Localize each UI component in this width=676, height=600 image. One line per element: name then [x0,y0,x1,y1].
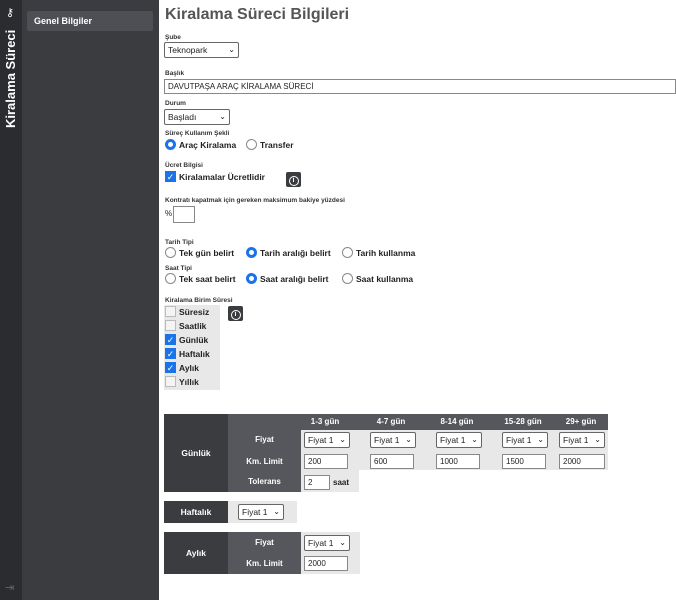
radio-saat-kullanma[interactable] [342,273,353,284]
checkbox-suresiz[interactable] [165,306,176,317]
info-icon[interactable]: i [286,172,301,187]
ucretli-checkbox-label: Kiralamalar Ücretlidir [179,172,265,182]
checkbox-yillik[interactable] [165,376,176,387]
chevron-down-icon: ⌄ [471,435,478,444]
km-row-label: Km. Limit [246,457,283,466]
chevron-down-icon: ⌄ [219,112,226,121]
fiyat-select[interactable]: Fiyat 1 ⌄ [370,432,416,448]
chevron-down-icon: ⌄ [405,435,412,444]
checkbox-saatlik-label: Saatlik [179,321,207,331]
tolerans-row-label: Tolerans [248,477,281,486]
col-header: 4-7 gün [359,416,423,428]
tolerans-input[interactable]: 2 [304,475,330,490]
aylik-fiyat-label: Fiyat [255,538,274,547]
radio-tek-gun[interactable] [165,247,176,258]
tolerans-unit: saat [333,478,350,487]
rail-title: Kiralama Süreci [3,29,18,128]
km-input[interactable]: 600 [370,454,414,469]
aylik-km-label: Km. Limit [246,559,283,568]
checkbox-aylik[interactable]: ✓ [165,362,176,373]
logout-icon[interactable]: ⇥ [5,581,14,594]
chevron-down-icon: ⌄ [339,538,346,547]
checkbox-suresiz-label: Süresiz [179,307,210,317]
radio-tarih-kullanma[interactable] [342,247,353,258]
main-content: Kiralama Süreci Bilgileri Şube Teknopark… [159,0,676,600]
app-rail: ⚷ Kiralama Süreci ⇥ [0,0,22,600]
radio-tek-saat-label: Tek saat belirt [179,274,236,284]
radio-transfer[interactable] [246,139,257,150]
km-input[interactable]: 1000 [436,454,480,469]
km-input[interactable]: 200 [304,454,348,469]
fiyat-row-label: Fiyat [255,435,274,444]
checkbox-gunluk[interactable]: ✓ [165,334,176,345]
radio-tek-saat[interactable] [165,273,176,284]
fiyat-select[interactable]: Fiyat 1 ⌄ [559,432,605,448]
page-title: Kiralama Süreci Bilgileri [165,6,350,23]
sidebar-item-genel-bilgiler[interactable]: Genel Bilgiler [27,11,153,31]
baslik-label: Başlık [165,70,185,77]
radio-tarih-araligi[interactable] [246,247,257,258]
radio-transfer-label: Transfer [260,140,294,150]
radio-tarih-kullanma-label: Tarih kullanma [356,248,416,258]
ucret-label: Ücret Bilgisi [165,162,203,169]
checkbox-aylik-label: Aylık [179,363,200,373]
durum-select[interactable]: Başladı ⌄ [164,109,230,125]
gunluk-title: Günlük [164,414,228,492]
checkbox-saatlik[interactable] [165,320,176,331]
checkbox-gunluk-label: Günlük [179,335,209,345]
km-input[interactable]: 2000 [559,454,605,469]
baslik-input[interactable]: DAVUTPAŞA ARAÇ KİRALAMA SÜRECİ [164,79,676,94]
radio-arac-kiralama-label: Araç Kiralama [179,140,237,150]
col-header: 8-14 gün [425,416,489,428]
ucretli-checkbox[interactable]: ✓ [165,171,176,182]
chevron-down-icon: ⌄ [537,435,544,444]
radio-tarih-araligi-label: Tarih aralığı belirt [260,248,331,258]
bakiye-input[interactable] [173,206,195,223]
radio-saat-araligi-label: Saat aralığı belirt [260,274,329,284]
birim-label: Kiralama Birim Süresi [165,297,233,304]
checkbox-haftalik[interactable]: ✓ [165,348,176,359]
km-input[interactable]: 1500 [502,454,546,469]
aylik-title: Aylık [164,532,228,574]
kullanim-label: Süreç Kullanım Şekli [165,130,230,137]
radio-saat-kullanma-label: Saat kullanma [356,274,414,284]
radio-saat-araligi[interactable] [246,273,257,284]
sube-label: Şube [165,34,181,41]
radio-tek-gun-label: Tek gün belirt [179,248,235,258]
haftalik-title: Haftalık [164,501,228,523]
fiyat-select[interactable]: Fiyat 1 ⌄ [502,432,548,448]
checkbox-haftalik-label: Haftalık [179,349,210,359]
chevron-down-icon: ⌄ [273,507,280,516]
saat-label: Saat Tipi [165,265,192,272]
info-icon[interactable]: i [228,306,243,321]
sidebar: Genel Bilgiler [22,0,159,600]
bakiye-label: Kontratı kapatmak için gereken maksimum … [165,197,345,204]
fiyat-select[interactable]: Fiyat 1 ⌄ [436,432,482,448]
radio-arac-kiralama[interactable] [165,139,176,150]
fiyat-select[interactable]: Fiyat 1 ⌄ [304,432,350,448]
chevron-down-icon: ⌄ [228,45,235,54]
col-header: 29+ gün [555,416,607,428]
percent-prefix: % [165,209,173,218]
chevron-down-icon: ⌄ [594,435,601,444]
durum-label: Durum [165,100,186,107]
haftalik-fiyat-select[interactable]: Fiyat 1 ⌄ [238,504,284,520]
chevron-down-icon: ⌄ [339,435,346,444]
aylik-km-input[interactable]: 2000 [304,556,348,571]
sube-select[interactable]: Teknopark ⌄ [164,42,239,58]
checkbox-yillik-label: Yıllık [179,377,199,387]
aylik-fiyat-select[interactable]: Fiyat 1 ⌄ [304,535,350,551]
tarih-label: Tarih Tipi [165,239,194,246]
col-header: 1-3 gün [293,416,357,428]
col-header: 15-28 gün [491,416,555,428]
